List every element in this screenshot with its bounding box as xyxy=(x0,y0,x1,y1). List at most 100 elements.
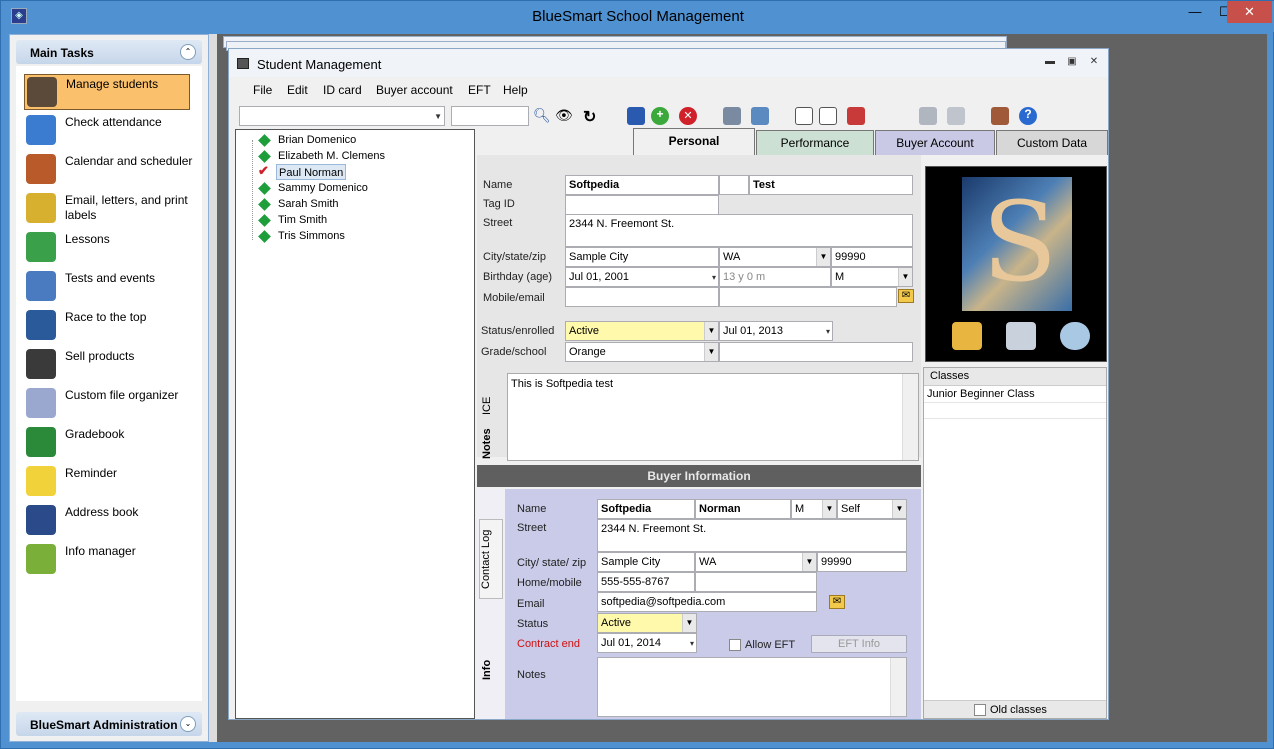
old-classes-checkbox[interactable] xyxy=(974,704,986,716)
allow-eft-checkbox[interactable] xyxy=(729,639,741,651)
buyer-gender-select[interactable]: M ▼ xyxy=(791,499,837,519)
state-select[interactable]: WA ▼ xyxy=(719,247,831,267)
copy-icon[interactable] xyxy=(819,107,837,125)
main-tasks-header[interactable]: Main Tasks ⌃ xyxy=(16,40,202,64)
close-icon[interactable]: ✕ xyxy=(1087,56,1101,68)
search-icon[interactable]: 🔍︎ xyxy=(533,107,551,125)
task-item[interactable]: Email, letters, and print labels xyxy=(24,191,190,227)
add-icon[interactable]: + xyxy=(651,107,669,125)
student-list-item[interactable]: Elizabeth M. Clemens xyxy=(276,148,387,164)
task-item[interactable]: Info manager xyxy=(24,542,190,578)
task-item[interactable]: Custom file organizer xyxy=(24,386,190,422)
birthday-picker[interactable]: Jul 01, 2001 ▾ xyxy=(565,267,719,287)
buyer-notes-scrollbar[interactable] xyxy=(890,658,906,716)
menu-buyer-account[interactable]: Buyer account xyxy=(376,83,453,97)
street-field[interactable]: 2344 N. Freemont St. xyxy=(565,214,913,247)
collapse-up-icon[interactable]: ⌃ xyxy=(180,44,196,60)
buyer-city-field[interactable]: Sample City xyxy=(597,552,695,572)
student-list-item[interactable]: Sammy Domenico xyxy=(276,180,370,196)
menu-help[interactable]: Help xyxy=(503,83,528,97)
tab-notes[interactable]: Notes xyxy=(481,427,499,461)
export-icon[interactable] xyxy=(751,107,769,125)
eft-info-button[interactable]: EFT Info xyxy=(811,635,907,653)
document-icon[interactable] xyxy=(795,107,813,125)
task-item[interactable]: Gradebook xyxy=(24,425,190,461)
buyer-last-name-field[interactable]: Norman xyxy=(695,499,791,519)
close-button[interactable]: ✕ xyxy=(1227,1,1272,23)
middle-name-field[interactable] xyxy=(719,175,749,195)
calendar-add-icon[interactable] xyxy=(847,107,865,125)
task-item[interactable]: Check attendance xyxy=(24,113,190,149)
grade-select[interactable]: Orange ▼ xyxy=(565,342,719,362)
panel-splitter[interactable] xyxy=(209,34,217,742)
send-email-icon[interactable]: ✉ xyxy=(829,595,845,609)
buyer-state-select[interactable]: WA ▼ xyxy=(695,552,817,572)
tab-custom-data[interactable]: Custom Data xyxy=(996,130,1108,155)
email-field[interactable] xyxy=(719,287,897,307)
delete-icon[interactable]: ✕ xyxy=(679,107,697,125)
mobile-field[interactable] xyxy=(565,287,719,307)
buyer-mobile-field[interactable] xyxy=(695,572,817,592)
scanner-icon[interactable] xyxy=(1006,322,1036,350)
contract-end-picker[interactable]: Jul 01, 2014 ▾ xyxy=(597,633,697,653)
refresh-icon[interactable]: ↻ xyxy=(583,107,601,126)
buyer-notes-textarea[interactable] xyxy=(597,657,907,717)
task-item[interactable]: Calendar and scheduler xyxy=(24,152,192,188)
buyer-zip-field[interactable]: 99990 xyxy=(817,552,907,572)
tab-personal[interactable]: Personal xyxy=(633,128,755,155)
task-item[interactable]: Manage students xyxy=(24,74,190,110)
minimize-button[interactable]: — xyxy=(1179,1,1211,23)
task-item[interactable]: Reminder xyxy=(24,464,190,500)
student-list-item[interactable]: Tim Smith xyxy=(276,212,329,228)
task-item[interactable]: Tests and events xyxy=(24,269,190,305)
tab-info[interactable]: Info xyxy=(481,655,501,685)
folder-icon[interactable] xyxy=(952,322,982,350)
menu-id-card[interactable]: ID card xyxy=(323,83,362,97)
menu-eft[interactable]: EFT xyxy=(468,83,491,97)
buyer-first-name-field[interactable]: Softpedia xyxy=(597,499,695,519)
tag-id-field[interactable] xyxy=(565,195,719,215)
first-name-field[interactable]: Softpedia xyxy=(565,175,719,195)
student-filter-select[interactable]: ▼ xyxy=(239,106,445,126)
send-email-icon[interactable]: ✉ xyxy=(898,289,914,303)
tab-ice[interactable]: ICE xyxy=(481,391,499,421)
save-icon[interactable] xyxy=(627,107,645,125)
tools-icon[interactable] xyxy=(991,107,1009,125)
task-item[interactable]: Lessons xyxy=(24,230,190,266)
minimize-icon[interactable]: ▬ xyxy=(1043,56,1057,68)
school-field[interactable] xyxy=(719,342,913,362)
student-list-item[interactable]: Paul Norman xyxy=(276,164,347,180)
student-list-item[interactable]: Brian Domenico xyxy=(276,132,358,148)
print-icon[interactable] xyxy=(723,107,741,125)
zip-field[interactable]: 99990 xyxy=(831,247,913,267)
task-item[interactable]: Address book xyxy=(24,503,190,539)
task-item[interactable]: Race to the top xyxy=(24,308,190,344)
student-list-item[interactable]: Tris Simmons xyxy=(276,228,347,244)
enrolled-picker[interactable]: Jul 01, 2013 ▾ xyxy=(719,321,833,341)
buyer-email-field[interactable]: softpedia@softpedia.com xyxy=(597,592,817,612)
last-name-field[interactable]: Test xyxy=(749,175,913,195)
search-input[interactable] xyxy=(451,106,529,126)
webcam-icon[interactable] xyxy=(1060,322,1090,350)
city-field[interactable]: Sample City xyxy=(565,247,719,267)
buyer-street-field[interactable]: 2344 N. Freemont St. xyxy=(597,519,907,552)
notes-textarea[interactable]: This is Softpedia test xyxy=(507,373,919,461)
task-item[interactable]: Sell products xyxy=(24,347,190,383)
tab-performance[interactable]: Performance xyxy=(756,130,874,155)
menu-file[interactable]: File xyxy=(253,83,272,97)
help-icon[interactable]: ? xyxy=(1019,107,1037,125)
admin-header[interactable]: BlueSmart Administration ⌄ xyxy=(16,712,202,736)
gender-select[interactable]: M ▼ xyxy=(831,267,913,287)
buyer-relation-select[interactable]: Self ▼ xyxy=(837,499,907,519)
keyboard-icon[interactable] xyxy=(947,107,965,125)
id-card-icon[interactable] xyxy=(919,107,937,125)
expand-down-icon[interactable]: ⌄ xyxy=(180,716,196,732)
buyer-status-select[interactable]: Active ▼ xyxy=(597,613,697,633)
buyer-home-field[interactable]: 555-555-8767 xyxy=(597,572,695,592)
class-item[interactable]: Junior Beginner Class xyxy=(924,387,1106,403)
notes-scrollbar[interactable] xyxy=(902,374,918,460)
status-select[interactable]: Active ▼ xyxy=(565,321,719,341)
student-list-item[interactable]: Sarah Smith xyxy=(276,196,341,212)
tab-buyer-account[interactable]: Buyer Account xyxy=(875,130,995,155)
restore-icon[interactable]: ▣ xyxy=(1065,56,1079,68)
